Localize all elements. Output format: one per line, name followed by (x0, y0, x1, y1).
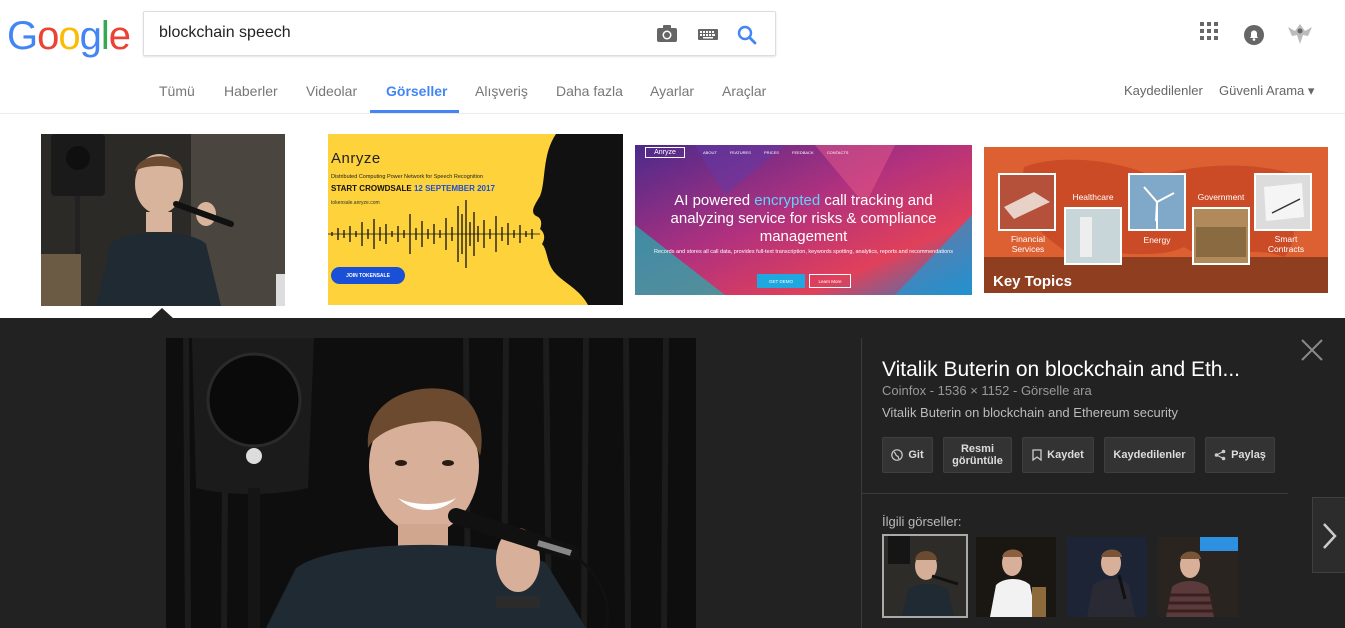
search-icon[interactable] (736, 24, 760, 45)
preview-title[interactable]: Vitalik Buterin on blockchain and Eth... (882, 358, 1240, 382)
search-box[interactable]: blockchain speech (143, 11, 776, 56)
topic-financial: Financial Services (1010, 234, 1046, 254)
panel-section-divider (862, 493, 1288, 494)
chevron-right-icon (1323, 523, 1337, 549)
ai-nav-prices: PRICES (764, 150, 779, 155)
header: Google blockchain speech Tümü Haberler V… (0, 0, 1345, 114)
preview-description: Vitalik Buterin on blockchain and Ethere… (882, 405, 1179, 420)
visit-button[interactable]: Git (882, 437, 933, 473)
share-icon (1214, 449, 1226, 461)
share-button[interactable]: Paylaş (1205, 437, 1275, 473)
topic-healthcare: Healthcare (1072, 192, 1114, 202)
related-image-1[interactable] (882, 534, 968, 618)
anryze-headline: START CROWDSALE (331, 184, 412, 193)
view-image-button[interactable]: Resmi görüntüle (943, 437, 1012, 473)
meta-separator: - (929, 383, 938, 398)
key-topics-title: Key Topics (993, 273, 1072, 290)
view-image-label-2: görüntüle (952, 455, 1003, 467)
tab-videos[interactable]: Videolar (306, 83, 357, 99)
ai-learn-more-button: Learn More (809, 274, 851, 288)
saved-button-label: Kaydedilenler (1113, 449, 1186, 461)
result-image-anryze-ad[interactable]: Anryze Distributed Computing Power Netwo… (328, 134, 623, 305)
keyboard-icon[interactable] (697, 24, 721, 44)
related-image-3[interactable] (1067, 537, 1147, 617)
preview-meta: Coinfox - 1536 × 1152 - Görselle ara (882, 383, 1092, 398)
saved-link[interactable]: Kaydedilenler (1124, 83, 1203, 98)
camera-icon[interactable] (656, 24, 680, 44)
tab-images[interactable]: Görseller (386, 83, 447, 99)
result-image-key-topics[interactable]: Financial Services Healthcare Energy Gov… (984, 147, 1328, 293)
anryze-site: tokensale.anryze.com (331, 200, 380, 206)
account-avatar[interactable] (1284, 18, 1316, 55)
ai-nav-about: ABOUT (703, 150, 717, 155)
google-logo[interactable]: Google (7, 14, 131, 58)
ai-small-text: Records and stores all call data, provid… (654, 249, 953, 255)
ai-headline-3: management (759, 228, 848, 245)
panel-divider (861, 338, 862, 628)
apps-grid-icon[interactable] (1200, 22, 1218, 45)
anryze-date: 12 SEPTEMBER 2017 (413, 184, 495, 193)
active-tab-indicator (370, 110, 459, 113)
tab-more[interactable]: Daha fazla (556, 83, 623, 99)
save-button[interactable]: Kaydet (1022, 437, 1094, 473)
notifications-icon[interactable] (1243, 24, 1265, 51)
tab-news[interactable]: Haberler (224, 83, 278, 99)
share-button-label: Paylaş (1231, 449, 1266, 461)
tab-shopping[interactable]: Alışveriş (475, 83, 528, 99)
ai-get-demo-button: GET DEMO (757, 274, 805, 288)
search-input[interactable]: blockchain speech (159, 24, 291, 42)
preview-image[interactable] (166, 338, 696, 628)
search-tabs: Tümü Haberler Videolar Görseller Alışver… (0, 70, 1345, 114)
tab-all[interactable]: Tümü (159, 83, 195, 99)
globe-icon (891, 449, 904, 461)
tab-tools[interactable]: Araçlar (722, 83, 766, 99)
visit-button-label: Git (908, 449, 924, 461)
anryze-brand: Anryze (331, 150, 381, 167)
topic-government: Government (1197, 192, 1245, 202)
close-icon[interactable] (1300, 338, 1324, 362)
saved-button[interactable]: Kaydedilenler (1104, 437, 1195, 473)
ai-headline-1b: call tracking and (820, 192, 933, 209)
save-button-label: Kaydet (1047, 449, 1084, 461)
ai-headline-1a: AI powered (674, 192, 755, 209)
anryze-subtitle: Distributed Computing Power Network for … (331, 174, 483, 180)
meta-separator: - (1012, 383, 1021, 398)
topic-smart-contracts: Smart Contracts (1267, 234, 1305, 254)
join-tokensale-button: JOIN TOKENSALE (331, 267, 405, 284)
ai-nav-contacts: CONTACTS (826, 150, 849, 155)
next-image-button[interactable] (1312, 497, 1345, 573)
ai-headline-highlight: encrypted (754, 192, 821, 209)
ai-nav-feedback: FEEDBACK (792, 150, 814, 155)
related-image-2[interactable] (976, 537, 1056, 617)
related-images-label: İlgili görseller: (882, 514, 962, 529)
ai-brand: Anryze (645, 147, 685, 158)
topic-energy: Energy (1143, 235, 1171, 245)
ai-nav-features: FEATURES (729, 150, 751, 155)
preview-dimensions: 1536 × 1152 (937, 383, 1010, 398)
result-image-vitalik[interactable] (41, 134, 285, 306)
tab-settings[interactable]: Ayarlar (650, 83, 694, 99)
search-by-image-link[interactable]: Görselle ara (1021, 383, 1092, 398)
ai-headline-2: analyzing service for risks & compliance (670, 210, 937, 227)
preview-source[interactable]: Coinfox (882, 383, 926, 398)
bookmark-icon (1032, 449, 1042, 461)
related-image-4[interactable] (1158, 537, 1238, 617)
view-image-label-1: Resmi (960, 443, 995, 455)
safe-search-dropdown[interactable]: Güvenli Arama ▾ (1219, 83, 1314, 99)
result-image-ai-service[interactable]: Anryze ABOUT FEATURES PRICES FEEDBACK CO… (635, 145, 972, 295)
